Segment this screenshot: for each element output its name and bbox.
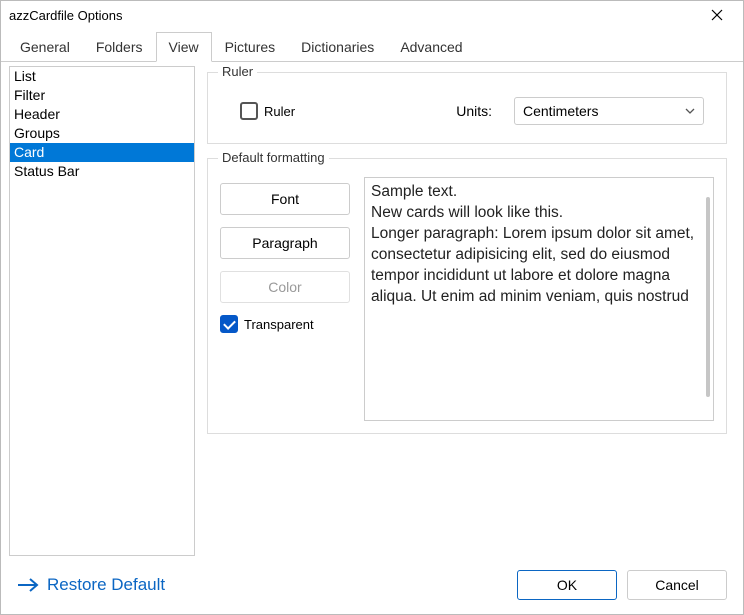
transparent-checkbox[interactable]: Transparent [220, 315, 350, 333]
restore-default-link[interactable]: Restore Default [17, 575, 165, 595]
tab-pictures[interactable]: Pictures [212, 32, 289, 62]
units-select[interactable]: Centimeters [514, 97, 704, 125]
format-group-title: Default formatting [218, 150, 329, 165]
dialog-body: List Filter Header Groups Card Status Ba… [1, 62, 743, 560]
ruler-group: Ruler Ruler Units: Centimeters [207, 72, 727, 144]
units-label: Units: [456, 103, 492, 119]
sidebar-item-card[interactable]: Card [10, 143, 194, 162]
tab-folders[interactable]: Folders [83, 32, 156, 62]
view-sidebar: List Filter Header Groups Card Status Ba… [9, 66, 195, 556]
transparent-label: Transparent [244, 317, 314, 332]
ruler-checkbox[interactable]: Ruler [240, 102, 295, 120]
ruler-row: Ruler Units: Centimeters [220, 91, 714, 131]
titlebar: azzCardfile Options [1, 1, 743, 29]
close-button[interactable] [699, 5, 735, 25]
checkbox-icon [240, 102, 258, 120]
tab-advanced[interactable]: Advanced [387, 32, 475, 62]
sidebar-item-groups[interactable]: Groups [10, 124, 194, 143]
content-pane: Ruler Ruler Units: Centimeters Default f… [199, 66, 735, 556]
sample-scrollbar[interactable] [706, 197, 710, 397]
dialog-footer: Restore Default OK Cancel [1, 560, 743, 614]
sidebar-item-header[interactable]: Header [10, 105, 194, 124]
format-controls: Font Paragraph Color Transparent [220, 177, 350, 421]
sidebar-item-statusbar[interactable]: Status Bar [10, 162, 194, 181]
sidebar-item-list[interactable]: List [10, 67, 194, 86]
chevron-down-icon [685, 106, 695, 116]
format-grid: Font Paragraph Color Transparent Sample … [220, 177, 714, 421]
sidebar-item-filter[interactable]: Filter [10, 86, 194, 105]
font-button[interactable]: Font [220, 183, 350, 215]
options-dialog: azzCardfile Options General Folders View… [0, 0, 744, 615]
format-group: Default formatting Font Paragraph Color … [207, 158, 727, 434]
sample-wrapper: Sample text. New cards will look like th… [364, 177, 714, 421]
window-title: azzCardfile Options [9, 8, 122, 23]
color-button[interactable]: Color [220, 271, 350, 303]
cancel-button[interactable]: Cancel [627, 570, 727, 600]
arrow-right-icon [17, 577, 39, 593]
ruler-group-title: Ruler [218, 64, 257, 79]
close-icon [711, 9, 723, 21]
ok-button[interactable]: OK [517, 570, 617, 600]
tab-view[interactable]: View [156, 32, 212, 62]
checkbox-icon [220, 315, 238, 333]
units-value: Centimeters [523, 103, 598, 119]
paragraph-button[interactable]: Paragraph [220, 227, 350, 259]
tab-general[interactable]: General [7, 32, 83, 62]
tab-dictionaries[interactable]: Dictionaries [288, 32, 387, 62]
restore-default-label: Restore Default [47, 575, 165, 595]
sample-text-area[interactable]: Sample text. New cards will look like th… [364, 177, 714, 421]
tab-bar: General Folders View Pictures Dictionari… [1, 31, 743, 62]
ruler-checkbox-label: Ruler [264, 104, 295, 119]
